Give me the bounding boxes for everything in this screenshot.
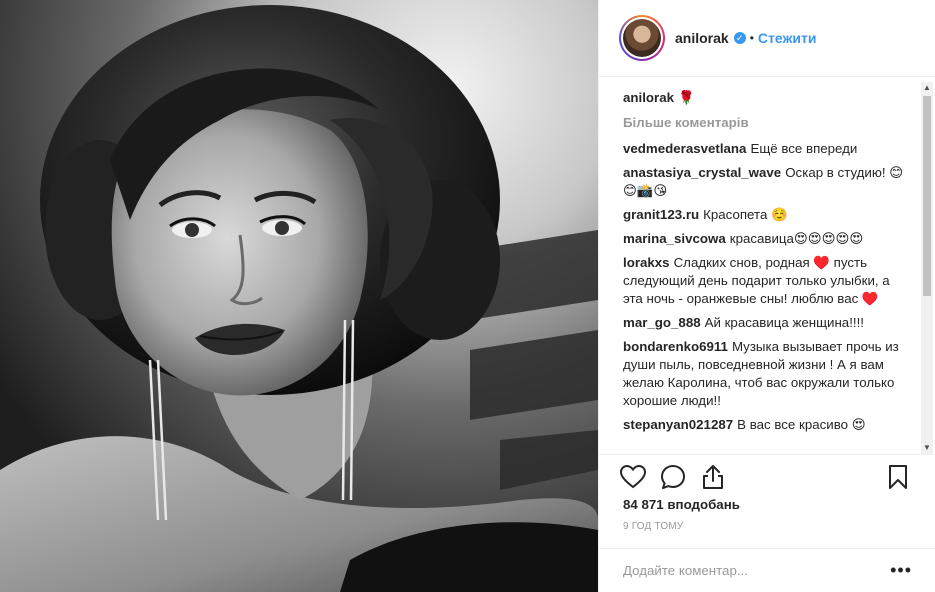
comment-username[interactable]: lorakxs — [623, 255, 670, 270]
caption-text: 🌹 — [678, 90, 695, 105]
avatar-image — [623, 19, 661, 57]
comment-icon[interactable] — [659, 463, 687, 491]
heart-icon[interactable] — [619, 463, 647, 491]
comment-item: anastasiya_crystal_wave Оскар в студию! 😊… — [623, 164, 912, 200]
comment-username[interactable]: stepanyan021287 — [623, 417, 733, 432]
comment-username[interactable]: vedmederasvetlana — [623, 141, 746, 156]
comment-item: vedmederasvetlana Ещё все впереди — [623, 140, 912, 158]
comment-username[interactable]: mar_go_888 — [623, 315, 701, 330]
comment-username[interactable]: bondarenko6911 — [623, 339, 728, 354]
portrait-image — [0, 0, 598, 592]
comment-item: bondarenko6911 Музыка вызывает прочь из д… — [623, 338, 912, 410]
comments-scrollbar[interactable]: ▲ ▼ — [921, 82, 933, 454]
more-options-icon[interactable]: ••• — [890, 560, 912, 581]
header-separator: • — [749, 31, 754, 45]
scroll-down-arrow-icon[interactable]: ▼ — [921, 442, 933, 454]
add-comment-input[interactable] — [623, 563, 891, 578]
follow-button[interactable]: Стежити — [758, 30, 817, 46]
post-sidebar: anilorak ✓ • Стежити anilorak 🌹 Більше ко… — [598, 0, 935, 592]
avatar[interactable] — [619, 15, 665, 61]
add-comment-bar: ••• — [599, 548, 935, 592]
verified-badge-icon: ✓ — [733, 32, 746, 44]
instagram-post: anilorak ✓ • Стежити anilorak 🌹 Більше ко… — [0, 0, 935, 592]
comment-item: marina_sivcowa красавица😍😍😍😍😍 — [623, 230, 912, 248]
author-username[interactable]: anilorak — [675, 30, 729, 46]
comment-item: stepanyan021287 В вас все красиво 😍 — [623, 416, 912, 434]
post-actions — [599, 454, 935, 492]
comment-text: красавица😍😍😍😍😍 — [729, 231, 864, 246]
load-more-comments-button[interactable]: Більше коментарів — [623, 115, 912, 130]
comment-text: Ай красавица женщина!!!! — [704, 315, 864, 330]
comment-username[interactable]: granit123.ru — [623, 207, 699, 222]
comments-list[interactable]: anilorak 🌹 Більше коментарів vedmederasve… — [599, 77, 935, 454]
comment-username[interactable]: anastasiya_crystal_wave — [623, 165, 781, 180]
comment-item: mar_go_888 Ай красавица женщина!!!! — [623, 314, 912, 332]
post-header: anilorak ✓ • Стежити — [599, 0, 935, 77]
comment-item: lorakxs Сладких снов, родная ♥️ пусть сле… — [623, 254, 912, 308]
caption-username[interactable]: anilorak — [623, 90, 674, 105]
scroll-up-arrow-icon[interactable]: ▲ — [921, 82, 933, 94]
post-photo[interactable] — [0, 0, 598, 592]
comment-username[interactable]: marina_sivcowa — [623, 231, 726, 246]
likes-count[interactable]: 84 871 вподобань — [623, 497, 740, 512]
comment-text: Ещё все впереди — [750, 141, 858, 156]
bookmark-icon[interactable] — [884, 463, 912, 491]
comment-text: В вас все красиво 😍 — [737, 417, 866, 432]
comment-text: Красопета ☺️ — [703, 207, 788, 222]
scrollbar-thumb[interactable] — [923, 96, 931, 296]
post-caption: anilorak 🌹 — [623, 89, 912, 107]
post-timestamp[interactable]: 9 ГОД ТОМУ — [623, 521, 683, 532]
share-icon[interactable] — [699, 463, 727, 491]
comment-item: granit123.ru Красопета ☺️ — [623, 206, 912, 224]
